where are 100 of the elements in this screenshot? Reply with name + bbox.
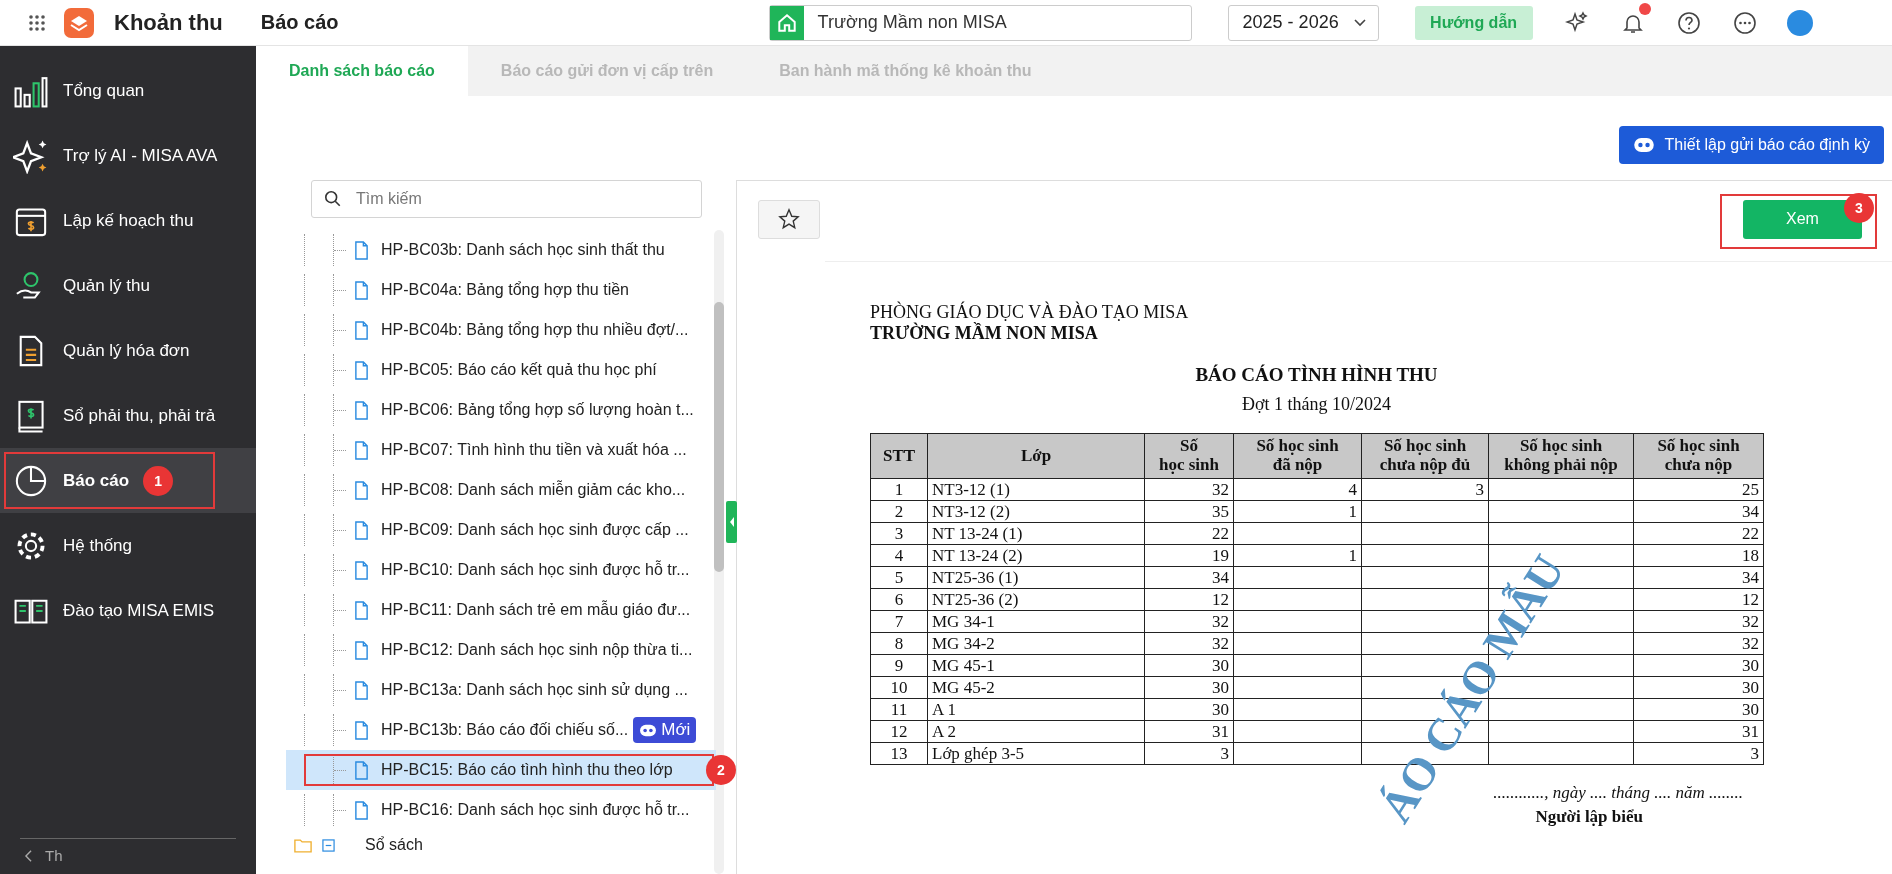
report-name: HP-BC13b: Báo cáo đối chiếu số... xyxy=(381,721,629,739)
table-cell: A 1 xyxy=(927,698,1145,721)
report-list-item[interactable]: HP-BC12: Danh sách học sinh nộp thừa ti... xyxy=(286,630,716,670)
file-icon xyxy=(354,760,369,780)
table-cell: 32 xyxy=(1144,632,1234,655)
avatar[interactable] xyxy=(1786,9,1813,36)
table-cell: 30 xyxy=(1633,676,1764,699)
report-name: HP-BC05: Báo cáo kết quả thu học phí xyxy=(381,361,657,379)
report-list-item[interactable]: HP-BC06: Bảng tổng hợp số lượng hoàn t... xyxy=(286,390,716,430)
report-list-item[interactable]: HP-BC10: Danh sách học sinh được hỗ tr... xyxy=(286,550,716,590)
table-cell: 7 xyxy=(870,610,928,633)
folder-name: Sổ sách xyxy=(365,836,423,854)
table-cell: 34 xyxy=(1633,500,1764,523)
folder-icon xyxy=(294,837,312,853)
sidebar-item[interactable]: Lập kế hoạch thu xyxy=(0,188,256,253)
table-cell: 1 xyxy=(1233,500,1362,523)
file-icon xyxy=(354,800,369,820)
report-list-item[interactable]: HP-BC09: Danh sách học sinh được cấp ... xyxy=(286,510,716,550)
callout-badge: 1 xyxy=(143,465,174,496)
file-icon xyxy=(354,720,369,740)
report-list-item[interactable]: HP-BC04b: Bảng tổng hợp thu nhiều đợt/... xyxy=(286,310,716,350)
table-cell: 6 xyxy=(870,588,928,611)
report-list-item[interactable]: HP-BC13b: Báo cáo đối chiếu số... Mới xyxy=(286,710,716,750)
column-header: Lớp xyxy=(927,433,1145,479)
report-name: HP-BC10: Danh sách học sinh được hỗ tr... xyxy=(381,561,690,579)
sidebar-item[interactable]: Hệ thống xyxy=(0,513,256,578)
table-cell: MG 45-2 xyxy=(927,676,1145,699)
report-list-item[interactable]: HP-BC04a: Bảng tổng hợp thu tiền xyxy=(286,270,716,310)
report-name: HP-BC16: Danh sách học sinh được hỗ tr... xyxy=(381,801,690,819)
sidebar-item[interactable]: Quản lý thu xyxy=(0,253,256,318)
notification-dot xyxy=(1638,2,1651,15)
search-icon xyxy=(324,190,342,208)
table-cell: 4 xyxy=(870,544,928,567)
table-cell: 4 xyxy=(1233,478,1362,501)
sidebar-item[interactable]: Trợ lý AI - MISA AVA xyxy=(0,123,256,188)
home-icon xyxy=(775,11,798,34)
report-name: HP-BC06: Bảng tổng hợp số lượng hoàn t... xyxy=(381,401,694,419)
collapse-handle-icon[interactable] xyxy=(726,501,737,543)
table-cell: 3 xyxy=(870,522,928,545)
more-icon[interactable] xyxy=(1732,10,1757,35)
column-header: Số học sinh không phải nộp xyxy=(1488,433,1634,479)
table-cell: 12 xyxy=(1633,588,1764,611)
file-icon xyxy=(354,360,369,380)
app-logo-icon xyxy=(64,7,94,38)
sidebar-item[interactable]: Báo cáo 1 xyxy=(0,448,256,513)
collapse-toggle-icon[interactable] xyxy=(322,838,335,852)
sidebar-item[interactable]: Đào tạo MISA EMIS xyxy=(0,578,256,643)
table-cell: 1 xyxy=(1233,544,1362,567)
report-list-item[interactable]: HP-BC16: Danh sách học sinh được hỗ tr... xyxy=(286,790,716,830)
file-icon xyxy=(354,400,369,420)
table-cell: 8 xyxy=(870,632,928,655)
file-icon xyxy=(354,480,369,500)
column-header: Số học sinh chưa nộp xyxy=(1633,433,1764,479)
table-cell: NT 13-24 (1) xyxy=(927,522,1145,545)
search-field[interactable]: Tìm kiếm xyxy=(311,180,702,218)
table-cell: 32 xyxy=(1633,610,1764,633)
table-cell: 1 xyxy=(870,478,928,501)
collapse-label[interactable]: Th xyxy=(45,847,63,864)
report-list-item[interactable]: HP-BC03b: Danh sách học sinh thất thu xyxy=(286,230,716,270)
table-cell: MG 34-1 xyxy=(927,610,1145,633)
year-select[interactable]: 2025 - 2026 xyxy=(1227,4,1379,41)
schedule-report-button[interactable]: Thiết lập gửi báo cáo định kỳ xyxy=(1618,126,1884,164)
table-cell: 30 xyxy=(1144,698,1234,721)
favorite-button[interactable] xyxy=(758,199,820,239)
department-name: PHÒNG GIÁO DỤC VÀ ĐÀO TẠO MISA xyxy=(870,302,1190,322)
file-icon xyxy=(354,600,369,620)
school-selector[interactable]: Trường Mầm non MISA xyxy=(768,4,1192,41)
report-list-item[interactable]: HP-BC13a: Danh sách học sinh sử dụng ... xyxy=(286,670,716,710)
app-grid-icon[interactable] xyxy=(28,13,46,32)
sidebar-item[interactable]: Quản lý hóa đơn xyxy=(0,318,256,383)
table-cell: 9 xyxy=(870,654,928,677)
help-icon[interactable] xyxy=(1676,10,1701,35)
table-cell: 3 xyxy=(1633,742,1764,765)
table-cell: 5 xyxy=(870,566,928,589)
file-icon xyxy=(354,280,369,300)
report-name: HP-BC04b: Bảng tổng hợp thu nhiều đợt/... xyxy=(381,321,689,339)
page-title: Báo cáo xyxy=(260,11,339,34)
chevron-down-icon xyxy=(1353,18,1366,27)
file-icon xyxy=(354,680,369,700)
report-list-item[interactable]: HP-BC11: Danh sách trẻ em mẫu giáo đư... xyxy=(286,590,716,630)
report-list-item[interactable]: HP-BC07: Tình hình thu tiền và xuất hóa ... xyxy=(286,430,716,470)
file-icon xyxy=(354,440,369,460)
scrollbar[interactable] xyxy=(714,230,724,874)
file-icon xyxy=(354,240,369,260)
column-header: Số học sinh đã nộp xyxy=(1233,433,1362,479)
sidebar-item[interactable]: Sổ phải thu, phải trả xyxy=(0,383,256,448)
table-cell: 32 xyxy=(1144,478,1234,501)
table-cell: 30 xyxy=(1633,698,1764,721)
chevron-left-icon[interactable] xyxy=(24,849,33,862)
report-name: HP-BC12: Danh sách học sinh nộp thừa ti... xyxy=(381,641,693,659)
report-name: HP-BC09: Danh sách học sinh được cấp ... xyxy=(381,521,689,539)
table-cell: 2 xyxy=(870,500,928,523)
sidebar-item[interactable]: Tổng quan xyxy=(0,58,256,123)
report-list-item[interactable]: HP-BC08: Danh sách miễn giảm các kho... xyxy=(286,470,716,510)
table-cell: 22 xyxy=(1633,522,1764,545)
report-list-item[interactable]: HP-BC05: Báo cáo kết quả thu học phí xyxy=(286,350,716,390)
file-icon xyxy=(354,320,369,340)
app-name: Khoản thu xyxy=(114,9,223,36)
report-name: HP-BC15: Báo cáo tình hình thu theo lớp xyxy=(381,761,673,779)
table-cell: 35 xyxy=(1144,500,1234,523)
